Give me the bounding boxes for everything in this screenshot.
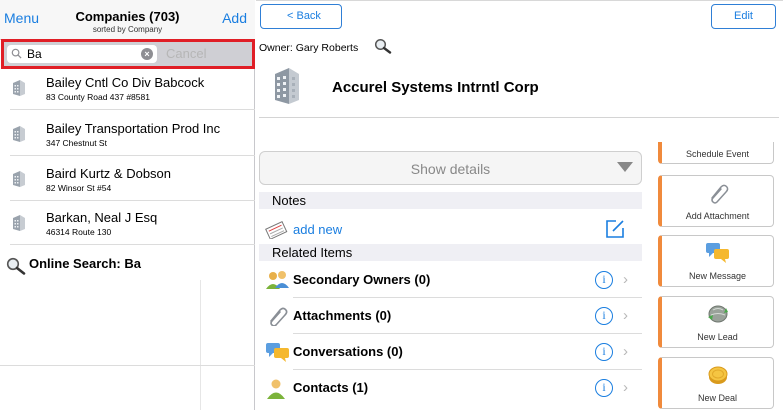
related-item-label: Contacts (1) [293,380,369,395]
list-item[interactable]: Bailey Transportation Prod Inc 347 Chest… [0,116,255,156]
clear-search-icon[interactable]: × [141,48,153,60]
related-item-label: Secondary Owners (0) [293,272,431,287]
top-border [256,0,783,1]
company-name: Bailey Cntl Co Div Babcock [46,75,205,90]
header-divider [259,117,779,118]
people-icon [266,271,289,289]
company-address: 82 Winsor St #54 [46,183,112,193]
company-address: 347 Chestnut St [46,138,107,148]
edit-button[interactable]: Edit [711,4,776,29]
search-input[interactable]: Ba × [7,45,157,63]
new-lead-button[interactable]: New Lead [658,296,774,348]
building-icon [13,126,25,142]
search-bar: Ba × Cancel [1,39,255,69]
magnifier-icon [6,257,26,275]
info-icon[interactable]: i [595,307,613,325]
row-divider [10,200,255,201]
list-title: Companies (703) [75,9,180,24]
paperclip-icon [270,307,288,326]
notepad-icon [265,221,288,239]
notes-section-header: Notes [259,192,642,209]
owner-search-icon[interactable] [374,38,392,54]
related-item-label: Attachments (0) [293,308,392,323]
dropdown-triangle-icon [617,162,633,172]
schedule-event-label: Schedule Event [685,149,750,159]
compose-icon[interactable] [604,218,626,240]
online-search-row[interactable]: Online Search: Ba [6,255,246,275]
row-divider [10,244,255,245]
paperclip-icon [662,182,773,209]
lead-globe-icon [662,303,773,330]
row-divider [10,109,255,110]
row-divider [0,365,255,366]
company-detail-pane: < Back Edit Owner: Gary Roberts Accurel … [256,0,783,410]
show-details-button[interactable]: Show details [259,151,642,185]
row-divider [10,155,255,156]
company-address: 83 County Road 437 #8581 [46,92,150,102]
menu-button[interactable]: Menu [4,10,39,26]
list-nav-bar: Menu Companies (703) sorted by Company A… [0,0,255,40]
app-window: Menu Companies (703) sorted by Company A… [0,0,783,410]
back-button[interactable]: < Back [260,4,342,29]
info-icon[interactable]: i [595,343,613,361]
add-attachment-label: Add Attachment [685,211,750,221]
person-icon [267,379,285,399]
coin-icon [662,364,773,391]
info-icon[interactable]: i [595,379,613,397]
company-title: Accurel Systems Intrntl Corp [332,79,539,96]
new-deal-button[interactable]: New Deal [658,357,774,409]
chat-bubbles-icon [266,343,289,362]
new-message-button[interactable]: New Message [658,235,774,287]
new-lead-label: New Lead [697,332,738,342]
schedule-event-button[interactable]: Schedule Event [658,142,774,164]
list-item[interactable]: Bailey Cntl Co Div Babcock 83 County Roa… [0,70,255,110]
online-search-label: Online Search: Ba [29,256,141,271]
add-note-label: add new [293,222,343,237]
related-item-contacts[interactable]: Contacts (1) i › [259,370,642,406]
building-icon [13,171,25,187]
company-building-icon [275,68,299,104]
company-address: 46314 Route 130 [46,227,112,237]
related-item-label: Conversations (0) [293,344,403,359]
owner-label: Owner: Gary Roberts [259,42,359,54]
building-icon [13,80,25,96]
cancel-search-button[interactable]: Cancel [166,46,206,61]
pane-divider-line [200,280,201,410]
company-name: Bailey Transportation Prod Inc [46,121,221,136]
add-note-row[interactable]: add new [264,218,642,243]
list-sort-subtitle: sorted by Company [92,25,163,34]
list-item[interactable]: Barkan, Neal J Esq 46314 Route 130 [0,205,255,245]
chevron-right-icon: › [623,379,628,396]
new-deal-label: New Deal [697,393,737,403]
related-items-header: Related Items [259,244,642,261]
building-icon [13,215,25,231]
chevron-right-icon: › [623,271,628,288]
new-message-label: New Message [688,271,747,281]
search-input-value: Ba [27,47,42,61]
related-item-attachments[interactable]: Attachments (0) i › [259,298,642,334]
list-item[interactable]: Baird Kurtz & Dobson 82 Winsor St #54 [0,161,255,201]
chat-bubbles-icon [662,242,773,269]
add-company-button[interactable]: Add [222,10,247,26]
company-name: Barkan, Neal J Esq [46,210,158,225]
search-icon [11,48,22,59]
company-list-pane: Menu Companies (703) sorted by Company A… [0,0,255,410]
chevron-right-icon: › [623,343,628,360]
show-details-label: Show details [410,161,491,177]
company-name: Baird Kurtz & Dobson [46,166,172,181]
related-item-secondary-owners[interactable]: Secondary Owners (0) i › [259,262,642,298]
related-item-conversations[interactable]: Conversations (0) i › [259,334,642,370]
info-icon[interactable]: i [595,271,613,289]
chevron-right-icon: › [623,307,628,324]
add-attachment-button[interactable]: Add Attachment [658,175,774,227]
